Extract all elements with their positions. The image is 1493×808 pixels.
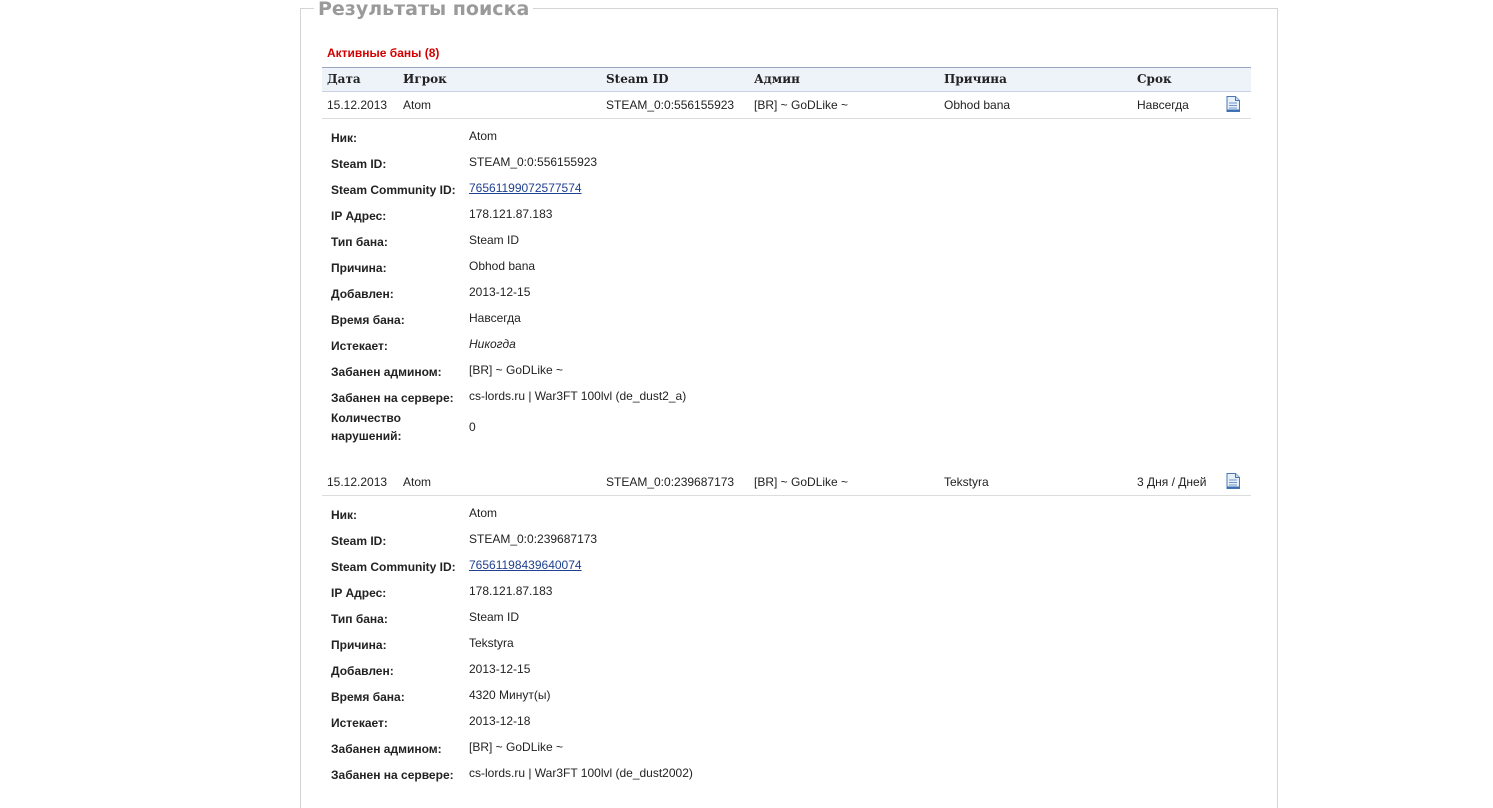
detail-value: 2013-12-15: [469, 662, 531, 676]
detail-label: Добавлен:: [331, 664, 394, 678]
detail-label: Причина:: [331, 638, 387, 652]
ban-player: Atom: [403, 98, 432, 112]
detail-label: Причина:: [331, 261, 387, 275]
detail-reason: Причина: Obhod bana: [322, 253, 1251, 279]
detail-label: Steam Community ID:: [331, 183, 456, 197]
column-header-steam-id[interactable]: Steam ID: [606, 72, 669, 86]
detail-value: Atom: [469, 506, 498, 520]
detail-value: STEAM_0:0:556155923: [469, 155, 598, 169]
ban-admin: [BR] ~ GoDLike ~: [754, 98, 849, 112]
detail-community-id: Steam Community ID: 76561199072577574: [322, 175, 1251, 201]
detail-label: Время бана:: [331, 690, 405, 704]
ban-term: Навсегда: [1137, 98, 1189, 112]
detail-banned-on-server: Забанен на сервере: cs-lords.ru | War3FT…: [322, 383, 1251, 409]
detail-label: Ник:: [331, 131, 358, 145]
detail-steam-id: Steam ID: STEAM_0:0:556155923: [322, 149, 1251, 175]
panel-legend: Результаты поиска: [314, 0, 534, 21]
detail-value: Steam ID: [469, 610, 520, 624]
ban-reason: Obhod bana: [944, 98, 1011, 112]
detail-banned-by: Забанен админом: [BR] ~ GoDLike ~: [322, 357, 1251, 383]
detail-value: Obhod bana: [469, 259, 536, 273]
detail-label: Steam Community ID:: [331, 560, 456, 574]
detail-label: Steam ID:: [331, 157, 387, 171]
detail-banned-by: Забанен админом: [BR] ~ GoDLike ~: [322, 734, 1251, 760]
detail-value: cs-lords.ru | War3FT 100lvl (de_dust2002…: [469, 766, 693, 780]
detail-label: Забанен на сервере:: [331, 768, 454, 782]
detail-steam-id: Steam ID: STEAM_0:0:239687173: [322, 526, 1251, 552]
detail-label: Тип бана:: [331, 235, 388, 249]
detail-value: 178.121.87.183: [469, 584, 553, 598]
ban-term: 3 Дня / Дней: [1137, 475, 1207, 489]
document-icon[interactable]: [1226, 473, 1240, 489]
column-header-reason[interactable]: Причина: [944, 72, 1007, 86]
detail-nick: Ник: Atom: [322, 500, 1251, 526]
detail-value: 2013-12-15: [469, 285, 531, 299]
ban-details: Ник: Atom Steam ID: STEAM_0:0:556155923 …: [322, 119, 1251, 469]
detail-expires: Истекает: 2013-12-18: [322, 708, 1251, 734]
ban-steam-id: STEAM_0:0:239687173: [606, 475, 735, 489]
column-header-admin[interactable]: Админ: [754, 72, 800, 86]
detail-value: Никогда: [469, 337, 516, 351]
detail-label: IP Адрес:: [331, 586, 387, 600]
detail-added: Добавлен: 2013-12-15: [322, 279, 1251, 305]
active-bans-title: Активные баны (8): [327, 46, 440, 60]
detail-label: Время бана:: [331, 313, 405, 327]
detail-ip: IP Адрес: 178.121.87.183: [322, 201, 1251, 227]
detail-label: Steam ID:: [331, 534, 387, 548]
detail-value: STEAM_0:0:239687173: [469, 532, 598, 546]
detail-label: Забанен на сервере:: [331, 391, 454, 405]
ban-date: 15.12.2013: [327, 98, 388, 112]
detail-label: Истекает:: [331, 339, 388, 353]
detail-reason: Причина: Tekstyra: [322, 630, 1251, 656]
detail-ban-type: Тип бана: Steam ID: [322, 227, 1251, 253]
detail-banned-on-server: Забанен на сервере: cs-lords.ru | War3FT…: [322, 760, 1251, 786]
ban-player: Atom: [403, 475, 432, 489]
ban-admin: [BR] ~ GoDLike ~: [754, 475, 849, 489]
ban-row[interactable]: 15.12.2013 Atom STEAM_0:0:556155923 [BR]…: [322, 92, 1251, 119]
ban-reason: Tekstyra: [944, 475, 989, 489]
detail-value: Steam ID: [469, 233, 520, 247]
steam-community-link[interactable]: 76561198439640074: [469, 558, 582, 572]
detail-label: Добавлен:: [331, 287, 394, 301]
detail-label: Забанен админом:: [331, 365, 442, 379]
detail-value: cs-lords.ru | War3FT 100lvl (de_dust2_a): [469, 389, 687, 403]
detail-value: 178.121.87.183: [469, 207, 553, 221]
bans-table: Дата Игрок Steam ID Админ Причина Срок 1…: [322, 67, 1251, 806]
detail-label: IP Адрес:: [331, 209, 387, 223]
ban-date: 15.12.2013: [327, 475, 388, 489]
detail-value: Tekstyra: [469, 636, 514, 650]
detail-label: Тип бана:: [331, 612, 388, 626]
detail-value: Atom: [469, 129, 498, 143]
detail-value: [BR] ~ GoDLike ~: [469, 740, 564, 754]
detail-value: 0: [469, 420, 476, 434]
column-header-player[interactable]: Игрок: [403, 72, 447, 86]
ban-steam-id: STEAM_0:0:556155923: [606, 98, 735, 112]
detail-label: Количество нарушений:: [331, 411, 402, 443]
detail-value: [BR] ~ GoDLike ~: [469, 363, 564, 377]
detail-ban-time: Время бана: Навсегда: [322, 305, 1251, 331]
detail-added: Добавлен: 2013-12-15: [322, 656, 1251, 682]
detail-label: Ник:: [331, 508, 358, 522]
detail-value: 4320 Минут(ы): [469, 688, 551, 702]
column-header-date[interactable]: Дата: [327, 72, 361, 86]
detail-ip: IP Адрес: 178.121.87.183: [322, 578, 1251, 604]
detail-ban-type: Тип бана: Steam ID: [322, 604, 1251, 630]
column-header-term[interactable]: Срок: [1137, 72, 1172, 86]
table-header: Дата Игрок Steam ID Админ Причина Срок: [322, 67, 1251, 92]
detail-label: Истекает:: [331, 716, 388, 730]
ban-row[interactable]: 15.12.2013 Atom STEAM_0:0:239687173 [BR]…: [322, 469, 1251, 496]
detail-value: Навсегда: [469, 311, 521, 325]
detail-expires: Истекает: Никогда: [322, 331, 1251, 357]
detail-nick: Ник: Atom: [322, 123, 1251, 149]
document-icon[interactable]: [1226, 96, 1240, 112]
detail-value: 2013-12-18: [469, 714, 531, 728]
detail-community-id: Steam Community ID: 76561198439640074: [322, 552, 1251, 578]
detail-ban-time: Время бана: 4320 Минут(ы): [322, 682, 1251, 708]
ban-details: Ник: Atom Steam ID: STEAM_0:0:239687173 …: [322, 496, 1251, 806]
detail-label: Забанен админом:: [331, 742, 442, 756]
detail-violations: Количество нарушений: 0: [322, 409, 1251, 449]
steam-community-link[interactable]: 76561199072577574: [469, 181, 582, 195]
